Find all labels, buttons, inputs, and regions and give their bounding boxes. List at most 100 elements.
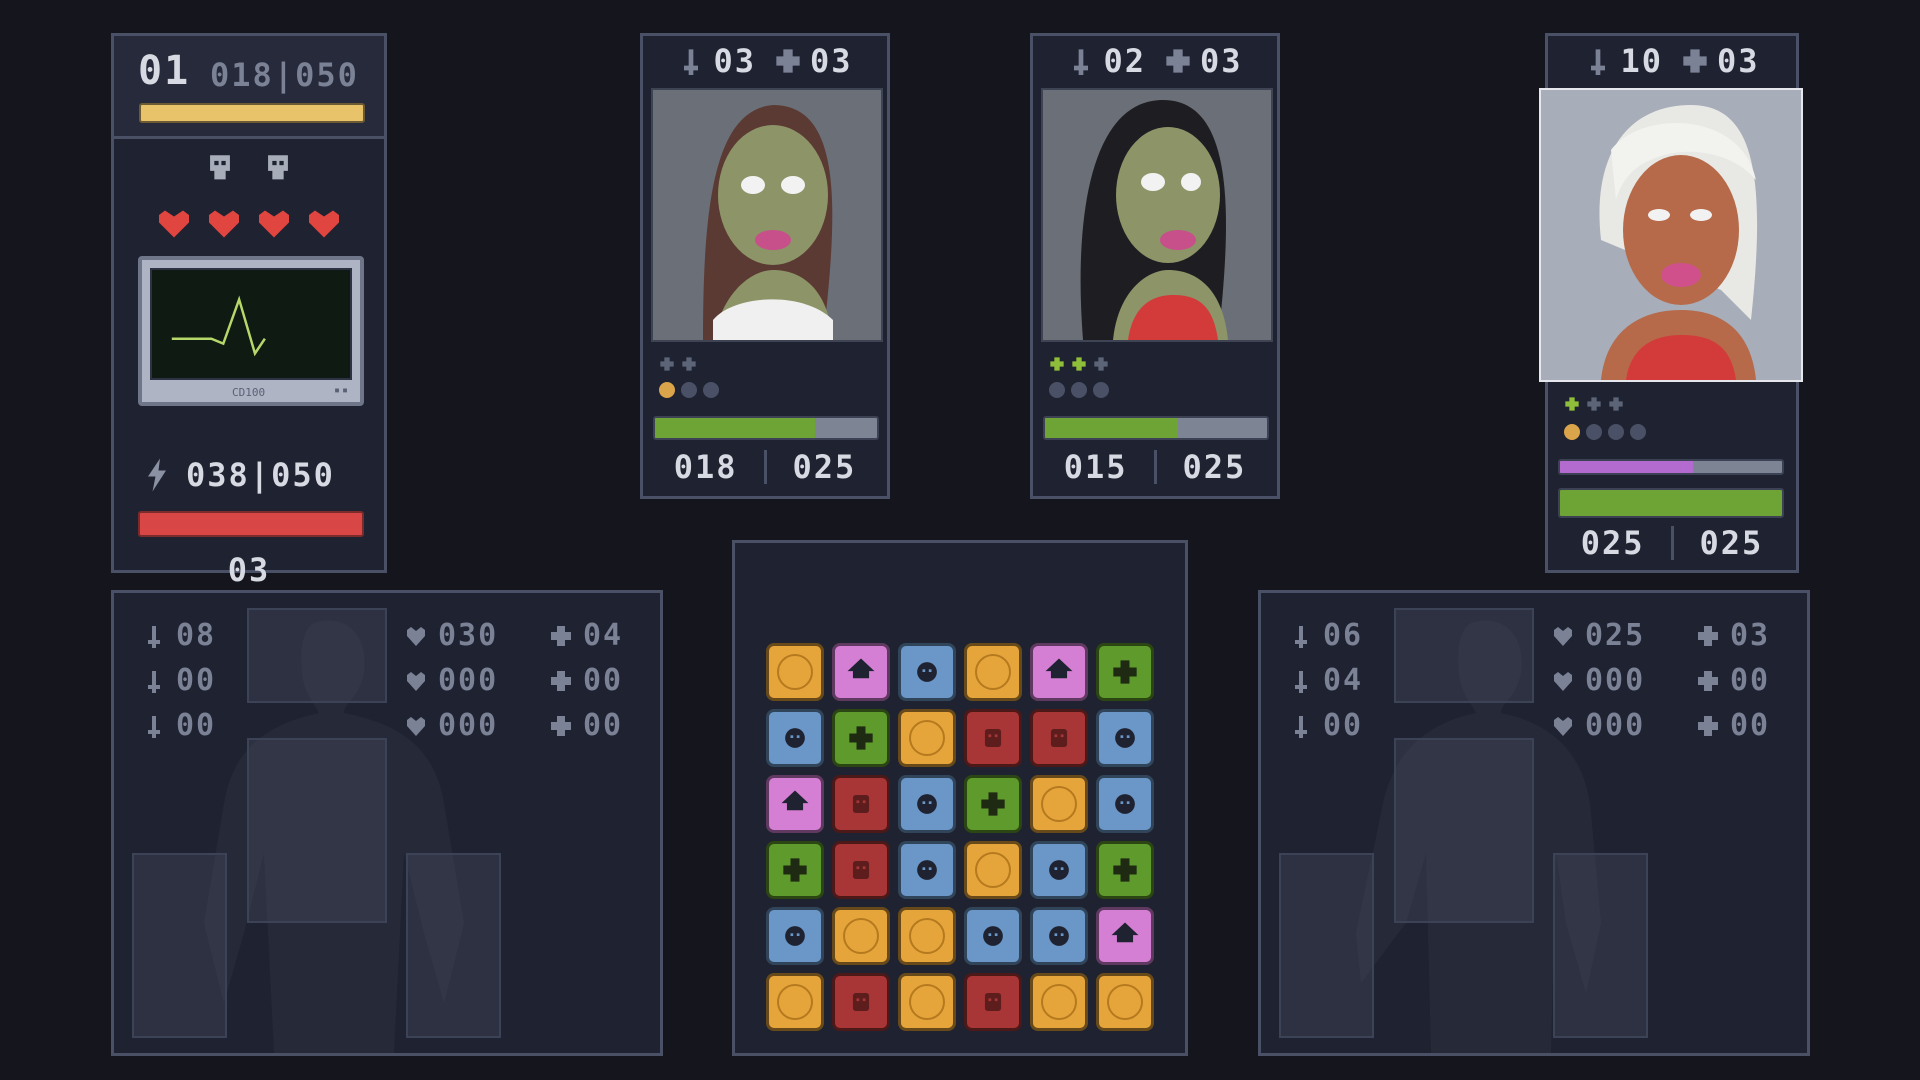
defense-value: 03 (810, 42, 853, 80)
skull-gem[interactable] (832, 775, 890, 833)
stat-value: 00 (583, 708, 624, 743)
skull-gem[interactable] (1030, 709, 1088, 767)
coin-gem[interactable] (964, 643, 1022, 701)
coin-gem[interactable] (832, 907, 890, 965)
heart-minus-icon (407, 716, 425, 736)
arrow-icon (781, 790, 809, 811)
face-gem[interactable] (766, 709, 824, 767)
card-stats: 10 03 (1548, 42, 1796, 80)
coin-gem[interactable] (766, 643, 824, 701)
heart-monitor: CD100 ▪▪ (138, 256, 364, 406)
player-xp-bar (139, 103, 365, 123)
enemy-card-3[interactable]: 10 03 025 025 (1539, 33, 1803, 573)
coin-gem[interactable] (1096, 973, 1154, 1031)
cross-gem[interactable] (1096, 643, 1154, 701)
orb-indicator (703, 382, 719, 398)
player-header: 01 018|050 (114, 36, 384, 139)
orb-indicator (1630, 424, 1646, 440)
plus-buff-icon (682, 357, 696, 371)
stat-value: 00 (176, 708, 217, 743)
hp-fill (1045, 418, 1179, 438)
arrow-gem[interactable] (766, 775, 824, 833)
face-gem[interactable] (964, 907, 1022, 965)
hp-bar (1043, 416, 1269, 440)
skull-gem[interactable] (964, 973, 1022, 1031)
enemy-card-1[interactable]: 03 03 018 025 (640, 33, 890, 499)
heart-plus-icon (1554, 671, 1572, 691)
sword-icon (148, 625, 160, 648)
face-gem[interactable] (898, 775, 956, 833)
face-gem[interactable] (898, 841, 956, 899)
armor-slot[interactable] (1394, 738, 1534, 923)
heart-icon (309, 210, 339, 238)
left-hand-slot[interactable] (132, 853, 227, 1038)
stat-attack-penalty: 00 (1289, 708, 1363, 743)
plus-buff-icon (1565, 397, 1579, 411)
hp-bar (1558, 488, 1784, 518)
zombie-girl-portrait (703, 105, 833, 340)
coin-icon (1107, 984, 1143, 1020)
helmet-slot[interactable] (247, 608, 387, 703)
attack-value: 02 (1103, 42, 1146, 80)
arrow-gem[interactable] (832, 643, 890, 701)
face-gem[interactable] (766, 907, 824, 965)
face-gem[interactable] (1096, 775, 1154, 833)
coin-gem[interactable] (1030, 775, 1088, 833)
cross-plus-icon (551, 670, 571, 691)
arrow-gem[interactable] (1096, 907, 1154, 965)
face-icon (917, 860, 937, 880)
coin-icon (777, 654, 813, 690)
right-hand-slot[interactable] (406, 853, 501, 1038)
coin-gem[interactable] (766, 973, 824, 1031)
heart-icon (209, 210, 239, 238)
left-hand-slot[interactable] (1279, 853, 1374, 1038)
face-gem[interactable] (1096, 709, 1154, 767)
stat-value: 08 (176, 618, 217, 653)
coin-icon (909, 720, 945, 756)
player-equipment-panel: 08 00 00 030 000 000 04 00 00 (111, 590, 663, 1056)
coin-gem[interactable] (898, 709, 956, 767)
arrow-gem[interactable] (1030, 643, 1088, 701)
heart-icon (407, 626, 425, 646)
stat-defense-penalty: 00 (1696, 708, 1770, 743)
face-gem[interactable] (898, 643, 956, 701)
buff-row (1049, 356, 1109, 372)
coin-icon (975, 852, 1011, 888)
face-icon (1115, 728, 1135, 748)
cross-gem[interactable] (766, 841, 824, 899)
coin-gem[interactable] (898, 973, 956, 1031)
player-level: 01 (138, 48, 191, 94)
coin-gem[interactable] (1030, 973, 1088, 1031)
cross-gem[interactable] (832, 709, 890, 767)
face-gem[interactable] (1030, 907, 1088, 965)
right-hand-slot[interactable] (1553, 853, 1648, 1038)
skull-gem[interactable] (832, 973, 890, 1031)
coin-gem[interactable] (898, 907, 956, 965)
skull-gem[interactable] (964, 709, 1022, 767)
orb-indicator (681, 382, 697, 398)
armor-slot[interactable] (247, 738, 387, 923)
skull-gem[interactable] (832, 841, 890, 899)
hp-max: 025 (1182, 448, 1247, 486)
heart-icon (1554, 626, 1572, 646)
enemy-portrait (1539, 88, 1803, 382)
heart-minus-icon (1554, 716, 1572, 736)
mana-bar (1558, 459, 1784, 475)
cross-icon (849, 726, 873, 750)
orb-indicator (1608, 424, 1624, 440)
cross-gem[interactable] (964, 775, 1022, 833)
face-icon (917, 662, 937, 682)
face-icon (785, 728, 805, 748)
helmet-slot[interactable] (1394, 608, 1534, 703)
coin-gem[interactable] (964, 841, 1022, 899)
stat-attack-penalty: 00 (142, 708, 216, 743)
face-gem[interactable] (1030, 841, 1088, 899)
cross-gem[interactable] (1096, 841, 1154, 899)
stat-value: 00 (583, 663, 624, 698)
stat-value: 04 (1323, 663, 1364, 698)
enemy-card-2[interactable]: 02 03 015 025 (1030, 33, 1280, 499)
hp-readout: 015 025 (1033, 448, 1277, 486)
monitor-brand: CD100 (232, 386, 266, 399)
coin-icon (777, 984, 813, 1020)
enemy-portrait (651, 88, 883, 342)
